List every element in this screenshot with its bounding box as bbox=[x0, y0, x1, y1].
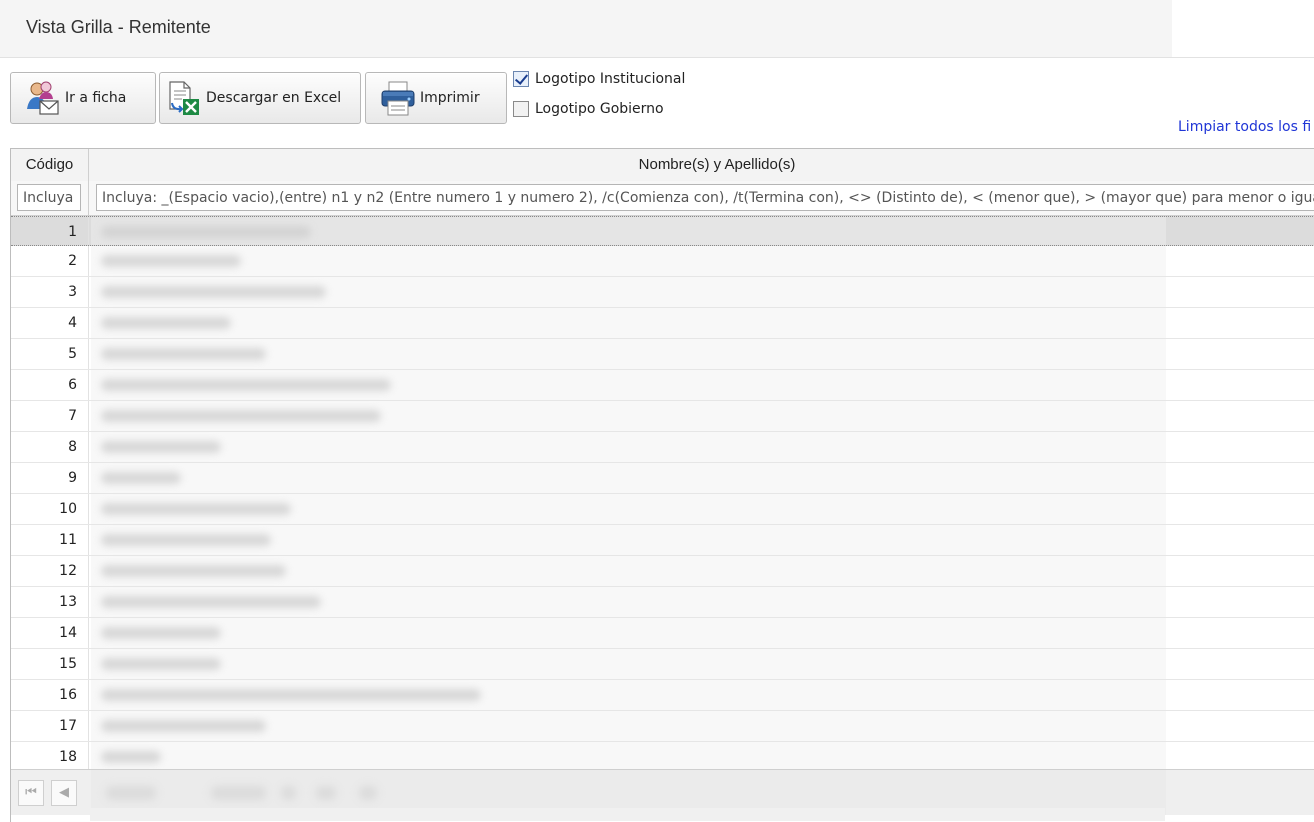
table-row[interactable]: 1 bbox=[11, 216, 1314, 246]
government-logo-checkbox[interactable] bbox=[513, 101, 529, 117]
redacted-name-cell bbox=[101, 627, 221, 639]
redacted-name-cell bbox=[101, 751, 161, 763]
clear-all-filters-link[interactable]: Limpiar todos los fi bbox=[1178, 119, 1311, 135]
print-button[interactable]: Imprimir bbox=[365, 72, 507, 124]
row-code-cell: 17 bbox=[59, 718, 77, 734]
column-header-name[interactable]: Nombre(s) y Apellido(s) bbox=[89, 149, 1314, 181]
grid-rows: 1 2 3 4 5 6 7 8 9 10 11 12 13 14 15 16 17 18 bbox=[11, 216, 1314, 773]
table-row[interactable]: 14 bbox=[11, 618, 1314, 649]
row-code-cell: 15 bbox=[59, 656, 77, 672]
row-code-cell: 11 bbox=[59, 532, 77, 548]
print-label: Imprimir bbox=[420, 90, 480, 106]
row-code-cell: 12 bbox=[59, 563, 77, 579]
table-row[interactable]: 15 bbox=[11, 649, 1314, 680]
redacted-name-cell bbox=[101, 472, 181, 484]
row-code-cell: 14 bbox=[59, 625, 77, 641]
table-row[interactable]: 6 bbox=[11, 370, 1314, 401]
redacted-name-cell bbox=[101, 658, 221, 670]
redacted-name-cell bbox=[101, 441, 221, 453]
table-row[interactable]: 10 bbox=[11, 494, 1314, 525]
table-row[interactable]: 5 bbox=[11, 339, 1314, 370]
redacted-name-cell bbox=[101, 534, 271, 546]
institutional-logo-label: Logotipo Institucional bbox=[535, 71, 686, 87]
redacted-name-cell bbox=[101, 503, 291, 515]
download-excel-button[interactable]: Descargar en Excel bbox=[159, 72, 361, 124]
row-code-cell: 7 bbox=[68, 408, 77, 424]
row-code-cell: 3 bbox=[68, 284, 77, 300]
row-code-cell: 16 bbox=[59, 687, 77, 703]
user-mail-icon bbox=[25, 79, 61, 117]
table-row[interactable]: 17 bbox=[11, 711, 1314, 742]
table-row[interactable]: 13 bbox=[11, 587, 1314, 618]
name-filter-input[interactable] bbox=[96, 184, 1314, 211]
institutional-logo-checkbox[interactable] bbox=[513, 71, 529, 87]
row-code-cell: 1 bbox=[68, 224, 77, 240]
redacted-name-cell bbox=[101, 689, 481, 701]
table-row[interactable]: 16 bbox=[11, 680, 1314, 711]
redacted-name-cell bbox=[101, 317, 231, 329]
redacted-name-cell bbox=[101, 226, 311, 238]
data-grid: Código Nombre(s) y Apellido(s) 123456789… bbox=[10, 148, 1314, 822]
redacted-name-cell bbox=[101, 255, 241, 267]
table-row[interactable]: 9 bbox=[11, 463, 1314, 494]
title-bar: Vista Grilla - Remitente bbox=[0, 0, 1314, 58]
redacted-name-cell bbox=[101, 286, 326, 298]
table-row[interactable]: 12 bbox=[11, 556, 1314, 587]
table-row[interactable]: 3 bbox=[11, 277, 1314, 308]
grid-header: Código Nombre(s) y Apellido(s) bbox=[11, 149, 1314, 182]
download-excel-label: Descargar en Excel bbox=[206, 90, 342, 106]
redacted-name-cell bbox=[101, 410, 381, 422]
table-row[interactable]: 8 bbox=[11, 432, 1314, 463]
redacted-name-cell bbox=[101, 348, 266, 360]
printer-icon bbox=[380, 79, 416, 117]
government-logo-option[interactable]: Logotipo Gobierno bbox=[513, 101, 664, 117]
row-code-cell: 2 bbox=[68, 253, 77, 269]
goto-record-button[interactable]: Ir a ficha bbox=[10, 72, 156, 124]
page-title: Vista Grilla - Remitente bbox=[26, 17, 211, 37]
redacted-name-cell bbox=[101, 565, 286, 577]
row-code-cell: 4 bbox=[68, 315, 77, 331]
institutional-logo-option[interactable]: Logotipo Institucional bbox=[513, 71, 685, 87]
table-row[interactable]: 11 bbox=[11, 525, 1314, 556]
filter-row bbox=[11, 181, 1314, 216]
row-code-cell: 5 bbox=[68, 346, 77, 362]
prev-page-icon[interactable]: ◀ bbox=[51, 780, 77, 806]
table-row[interactable]: 4 bbox=[11, 308, 1314, 339]
table-row[interactable]: 2 bbox=[11, 246, 1314, 277]
goto-record-label: Ir a ficha bbox=[65, 90, 127, 106]
row-code-cell: 8 bbox=[68, 439, 77, 455]
column-header-code[interactable]: Código bbox=[11, 149, 89, 181]
row-code-cell: 13 bbox=[59, 594, 77, 610]
code-filter-input[interactable] bbox=[17, 184, 81, 211]
government-logo-label: Logotipo Gobierno bbox=[535, 101, 664, 117]
excel-export-icon bbox=[166, 79, 202, 117]
redacted-name-cell bbox=[101, 379, 391, 391]
row-code-cell: 10 bbox=[59, 501, 77, 517]
first-page-icon[interactable]: ⏮ bbox=[18, 780, 44, 806]
redacted-name-cell bbox=[101, 596, 321, 608]
row-code-cell: 9 bbox=[68, 470, 77, 486]
row-code-cell: 6 bbox=[68, 377, 77, 393]
redacted-name-cell bbox=[101, 720, 266, 732]
row-code-cell: 18 bbox=[59, 749, 77, 765]
table-row[interactable]: 7 bbox=[11, 401, 1314, 432]
